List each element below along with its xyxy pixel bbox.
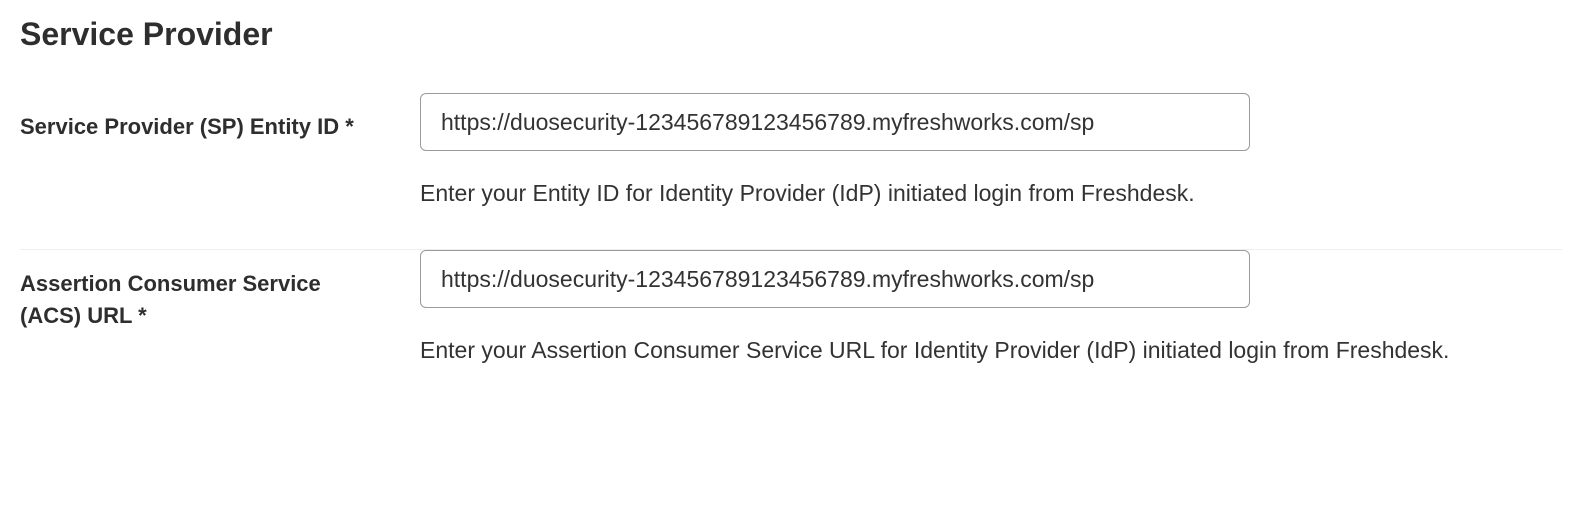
entity-id-helper: Enter your Entity ID for Identity Provid… — [420, 177, 1562, 209]
acs-url-helper: Enter your Assertion Consumer Service UR… — [420, 334, 1562, 366]
acs-url-row: Assertion Consumer Service (ACS) URL * E… — [20, 250, 1562, 406]
entity-id-label: Service Provider (SP) Entity ID * — [20, 111, 360, 143]
acs-url-label-col: Assertion Consumer Service (ACS) URL * — [20, 250, 360, 332]
entity-id-input-col: Enter your Entity ID for Identity Provid… — [420, 93, 1562, 209]
acs-url-input-col: Enter your Assertion Consumer Service UR… — [420, 250, 1562, 366]
entity-id-row: Service Provider (SP) Entity ID * Enter … — [20, 93, 1562, 249]
acs-url-input[interactable] — [420, 250, 1250, 308]
acs-url-label: Assertion Consumer Service (ACS) URL * — [20, 268, 360, 332]
section-title: Service Provider — [20, 16, 1562, 53]
entity-id-label-col: Service Provider (SP) Entity ID * — [20, 93, 360, 143]
entity-id-input[interactable] — [420, 93, 1250, 151]
